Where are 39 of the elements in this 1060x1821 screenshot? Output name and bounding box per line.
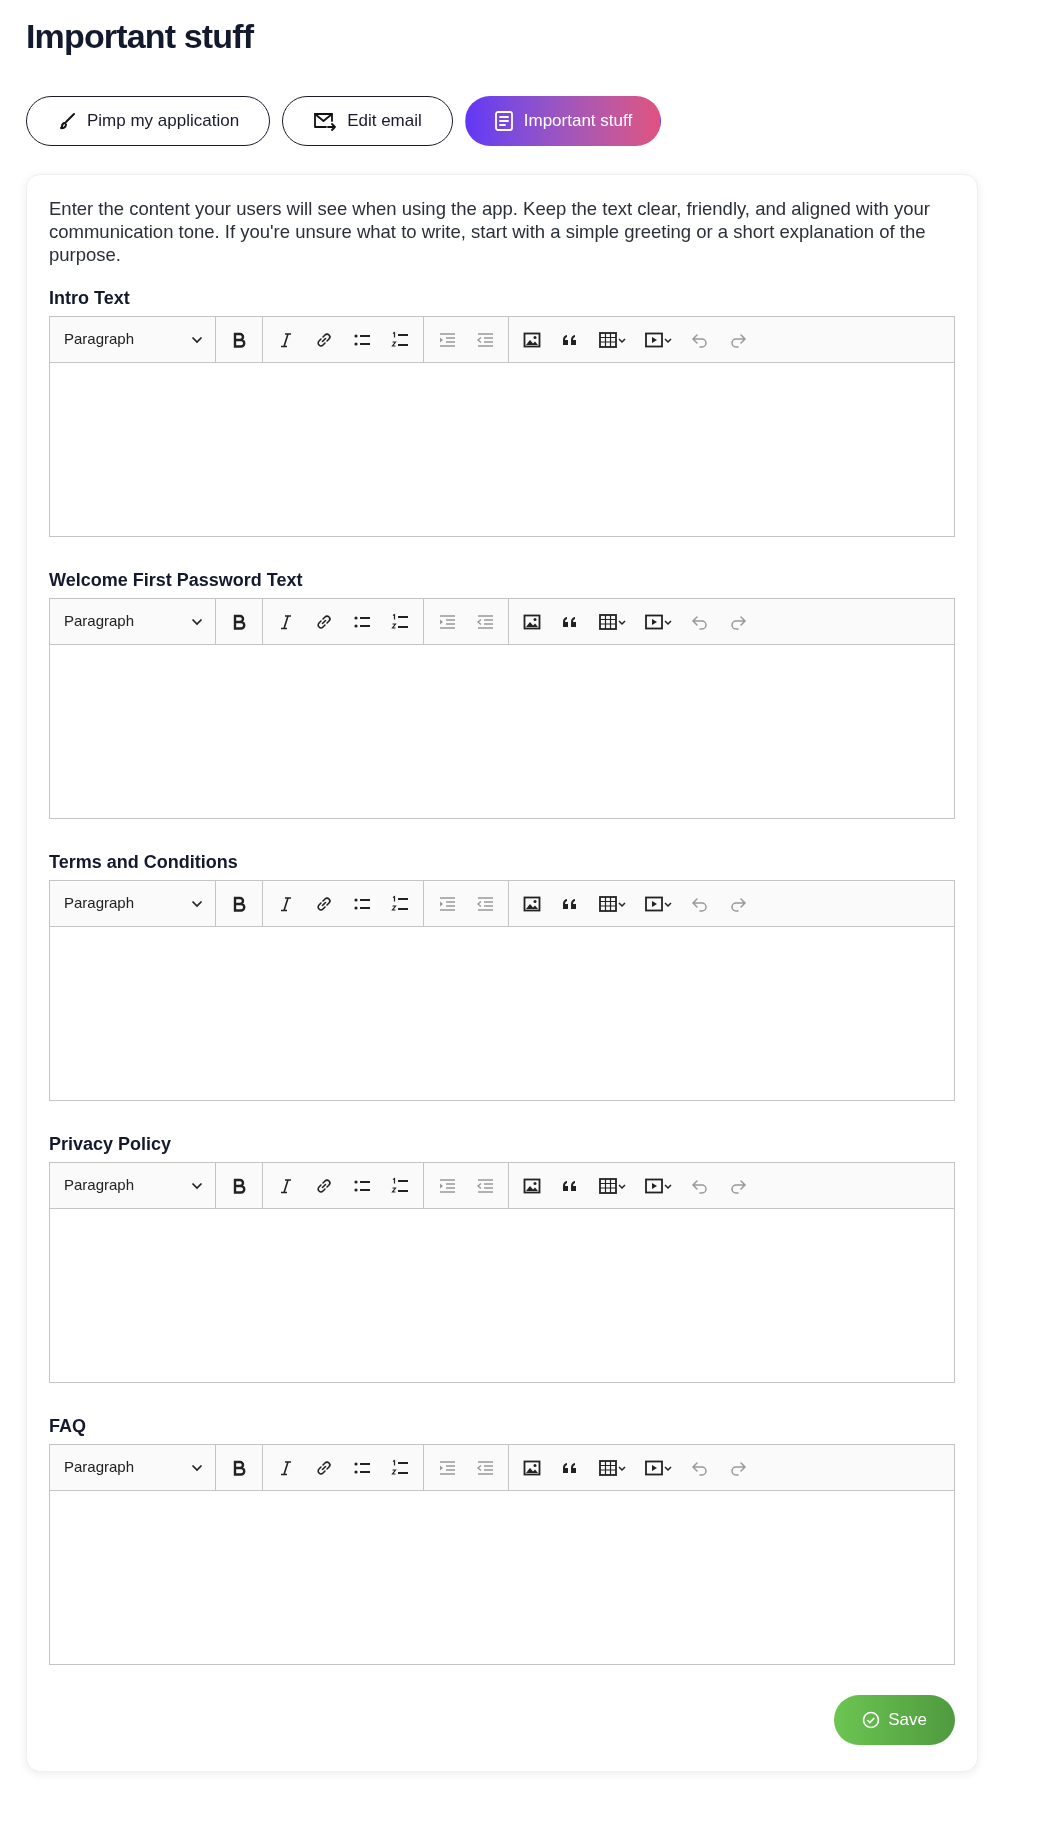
- table-icon: [598, 611, 626, 632]
- format-dropdown[interactable]: Paragraph: [50, 881, 216, 926]
- tab[interactable]: Important stuff: [464, 96, 662, 146]
- text-editor[interactable]: Paragraph: [49, 880, 955, 1101]
- field-label: Intro Text: [49, 287, 130, 310]
- table-icon: [598, 1175, 626, 1196]
- chevron-down-icon: [191, 899, 203, 908]
- table-icon: [598, 329, 626, 350]
- chevron-down-icon: [191, 617, 203, 626]
- text-editor[interactable]: Paragraph: [49, 1444, 955, 1665]
- page-title: Important stuff: [26, 16, 254, 56]
- field-label: Terms and Conditions: [49, 851, 238, 874]
- numbered-list-icon: [390, 329, 410, 350]
- tab[interactable]: Edit email: [282, 96, 453, 146]
- numbered-list-icon: [390, 893, 410, 914]
- tab[interactable]: Pimp my application: [26, 96, 271, 146]
- numbered-list-icon: [390, 1457, 410, 1478]
- numbered-list-icon: [390, 611, 410, 632]
- text-editor[interactable]: Paragraph: [49, 1162, 955, 1383]
- table-icon: [598, 893, 626, 914]
- check-circle-icon: [862, 1711, 881, 1729]
- format-dropdown[interactable]: Paragraph: [50, 317, 216, 362]
- field-label: FAQ: [49, 1415, 86, 1438]
- text-editor[interactable]: Paragraph: [49, 316, 955, 537]
- document-icon: [493, 110, 514, 132]
- numbered-list-icon: [390, 1175, 410, 1196]
- text-editor[interactable]: Paragraph: [49, 598, 955, 819]
- field-label: Welcome First Password Text: [49, 569, 303, 592]
- format-dropdown[interactable]: Paragraph: [50, 1445, 216, 1490]
- chevron-down-icon: [191, 335, 203, 344]
- intro-paragraph: Enter the content your users will see when using the app. Keep the text clear, friendly, and aligned with your communication tone. If you're unsure what to write, start with a simple greeting or a short explanation of the purpose.: [49, 197, 931, 266]
- field-label: Privacy Policy: [49, 1133, 172, 1156]
- format-dropdown[interactable]: Paragraph: [50, 599, 216, 644]
- table-icon: [598, 1457, 626, 1478]
- format-dropdown[interactable]: Paragraph: [50, 1163, 216, 1208]
- chevron-down-icon: [191, 1463, 203, 1472]
- envelope-icon: [313, 111, 338, 131]
- chevron-down-icon: [191, 1181, 203, 1190]
- brush-icon: [57, 111, 77, 131]
